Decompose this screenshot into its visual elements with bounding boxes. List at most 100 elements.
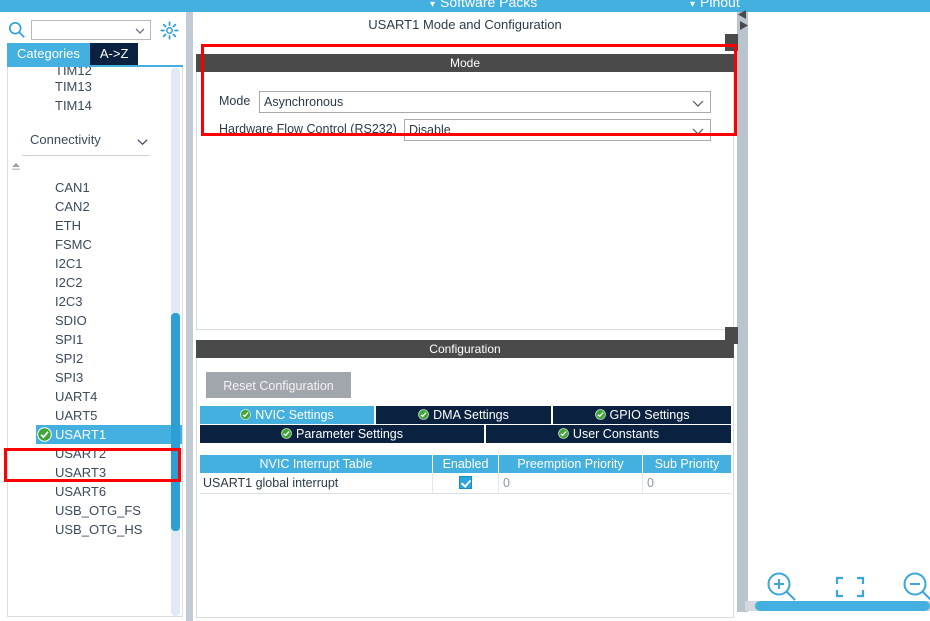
group-connectivity[interactable]: Connectivity xyxy=(8,129,171,155)
menu-item-software-packs-label: Software Packs xyxy=(440,0,538,10)
mode-select-value: Asynchronous xyxy=(264,95,344,109)
scroll-right-arrow-icon[interactable] xyxy=(738,21,748,30)
chevron-down-icon: ▾ xyxy=(430,0,436,10)
table-row[interactable]: USART1 global interrupt 0 0 xyxy=(200,473,731,494)
sidebar-item-usart1[interactable]: USART1 xyxy=(36,425,182,444)
column-header-sub-priority[interactable]: Sub Priority xyxy=(643,455,731,473)
search-box[interactable] xyxy=(31,20,151,40)
sidebar-item-usb-otg-hs[interactable]: USB_OTG_HS xyxy=(8,520,171,539)
page-title: USART1 Mode and Configuration xyxy=(368,17,562,32)
tab-nvic-settings-label: NVIC Settings xyxy=(255,408,334,422)
mode-section-body: Mode Asynchronous Hardware Flow Control … xyxy=(196,72,734,330)
sidebar-item-spi1[interactable]: SPI1 xyxy=(8,330,171,349)
configuration-panel: USART1 Mode and Configuration Mode Mode … xyxy=(193,12,737,621)
chevron-down-icon[interactable] xyxy=(136,135,149,148)
sidebar-item-i2c3[interactable]: I2C3 xyxy=(8,292,171,311)
check-circle-icon xyxy=(240,409,252,420)
column-header-enabled[interactable]: Enabled xyxy=(433,455,499,473)
scroll-left-arrow-icon[interactable] xyxy=(738,10,748,19)
flow-control-field-row: Hardware Flow Control (RS232) Disable xyxy=(219,119,714,141)
canvas-scrollbar-track[interactable] xyxy=(745,601,930,611)
check-circle-icon xyxy=(418,409,429,420)
cell-interrupt-name: USART1 global interrupt xyxy=(200,473,433,493)
panel-splitter[interactable] xyxy=(186,12,193,621)
peripheral-list-panel: TIM12 TIM13 TIM14 Connectivity CAN1 CAN2… xyxy=(7,67,183,617)
gear-icon[interactable] xyxy=(160,21,179,40)
enabled-checkbox[interactable] xyxy=(459,476,472,489)
sidebar-item-i2c1[interactable]: I2C1 xyxy=(8,254,171,273)
column-header-preemption[interactable]: Preemption Priority xyxy=(499,455,643,473)
list-item[interactable]: TIM14 xyxy=(8,96,171,115)
group-divider xyxy=(22,155,149,156)
tab-categories[interactable]: Categories xyxy=(7,43,90,65)
mode-field-row: Mode Asynchronous xyxy=(219,91,714,113)
tab-gpio-settings-label: GPIO Settings xyxy=(609,408,690,422)
mode-select[interactable]: Asynchronous xyxy=(259,91,711,113)
chevron-down-icon[interactable] xyxy=(134,25,146,37)
search-input[interactable] xyxy=(35,22,135,40)
tab-parameter-settings[interactable]: Parameter Settings xyxy=(200,425,484,443)
sidebar-item-spi2[interactable]: SPI2 xyxy=(8,349,171,368)
cubemx-window: ▾ Software Packs ▾ Pinout Categories A->… xyxy=(0,0,930,621)
nvic-interrupt-table: NVIC Interrupt Table Enabled Preemption … xyxy=(200,455,731,494)
peripheral-sidebar: Categories A->Z TIM12 TIM13 TIM14 Connect… xyxy=(0,12,186,621)
chevron-down-icon[interactable] xyxy=(692,126,704,136)
pinout-canvas xyxy=(748,12,930,621)
main-scrollbar-track[interactable] xyxy=(737,12,748,612)
cell-preemption-priority[interactable]: 0 xyxy=(499,473,643,493)
flow-control-value: Disable xyxy=(409,123,451,137)
menu-item-pinout-label: Pinout xyxy=(700,0,740,10)
configuration-section-header: Configuration xyxy=(196,340,734,358)
sidebar-item-can1[interactable]: CAN1 xyxy=(8,178,171,197)
check-circle-icon xyxy=(558,428,569,439)
tab-nvic-settings[interactable]: NVIC Settings xyxy=(200,406,374,424)
menu-item-pinout[interactable]: ▾ Pinout xyxy=(690,0,740,10)
sidebar-item-fsmc[interactable]: FSMC xyxy=(8,235,171,254)
sidebar-scrollbar-track[interactable] xyxy=(171,68,180,616)
sidebar-item-sdio[interactable]: SDIO xyxy=(8,311,171,330)
list-item[interactable]: TIM13 xyxy=(8,77,171,96)
peripheral-list: TIM12 TIM13 TIM14 Connectivity CAN1 CAN2… xyxy=(8,67,182,616)
tab-a-to-z[interactable]: A->Z xyxy=(89,43,139,65)
tab-user-constants-label: User Constants xyxy=(572,427,660,441)
sidebar-item-usart1-label: USART1 xyxy=(55,427,107,442)
flow-control-label: Hardware Flow Control (RS232) xyxy=(219,122,397,136)
table-header-row: NVIC Interrupt Table Enabled Preemption … xyxy=(200,455,731,473)
search-icon[interactable] xyxy=(8,21,26,39)
tab-gpio-settings[interactable]: GPIO Settings xyxy=(553,406,731,424)
sidebar-item-usb-otg-fs[interactable]: USB_OTG_FS xyxy=(8,501,171,520)
sidebar-item-usart2[interactable]: USART2 xyxy=(8,444,171,463)
main-scrollbar-thumb-bottom[interactable] xyxy=(725,327,738,344)
cell-sub-priority[interactable]: 0 xyxy=(643,473,731,493)
cell-enabled[interactable] xyxy=(433,473,499,493)
top-menu-bar: ▾ Software Packs ▾ Pinout xyxy=(0,0,930,12)
configured-check-icon xyxy=(37,427,52,442)
tab-parameter-settings-label: Parameter Settings xyxy=(296,427,403,441)
scroll-up-indicator-icon[interactable] xyxy=(8,162,24,172)
menu-item-software-packs[interactable]: ▾ Software Packs xyxy=(430,0,537,10)
chevron-down-icon: ▾ xyxy=(690,0,696,10)
main-scrollbar-thumb-top[interactable] xyxy=(725,34,738,51)
list-item[interactable]: TIM12 xyxy=(8,67,171,77)
sidebar-item-eth[interactable]: ETH xyxy=(8,216,171,235)
sidebar-item-can2[interactable]: CAN2 xyxy=(8,197,171,216)
column-header-interrupt[interactable]: NVIC Interrupt Table xyxy=(200,455,433,473)
mode-field-label: Mode xyxy=(219,94,251,108)
sidebar-view-tabs: Categories A->Z xyxy=(7,43,139,65)
chevron-down-icon[interactable] xyxy=(692,98,704,108)
canvas-scrollbar-thumb[interactable] xyxy=(755,601,930,611)
sidebar-item-usart3[interactable]: USART3 xyxy=(8,463,171,482)
reset-configuration-button[interactable]: Reset Configuration xyxy=(206,372,351,398)
sidebar-item-i2c2[interactable]: I2C2 xyxy=(8,273,171,292)
sidebar-item-usart6[interactable]: USART6 xyxy=(8,482,171,501)
configuration-section-body: Reset Configuration NVIC Settings DMA Se… xyxy=(196,358,734,618)
sidebar-item-uart4[interactable]: UART4 xyxy=(8,387,171,406)
group-connectivity-label: Connectivity xyxy=(30,132,101,147)
sidebar-item-uart5[interactable]: UART5 xyxy=(8,406,171,425)
check-circle-icon xyxy=(281,428,292,439)
sidebar-item-spi3[interactable]: SPI3 xyxy=(8,368,171,387)
sidebar-scrollbar-thumb[interactable] xyxy=(171,313,180,531)
flow-control-select[interactable]: Disable xyxy=(404,119,711,141)
tab-dma-settings[interactable]: DMA Settings xyxy=(376,406,551,424)
tab-user-constants[interactable]: User Constants xyxy=(486,425,731,443)
